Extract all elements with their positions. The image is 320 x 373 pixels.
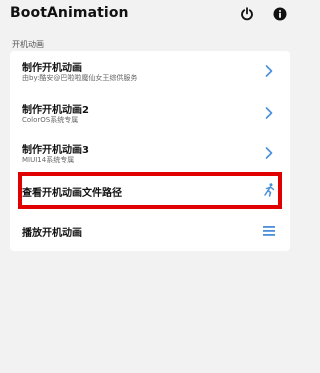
power-icon[interactable] [239,6,255,22]
settings-card: 制作开机动画 由by:酷安@巴啦啦魔仙女王综供服务 制作开机动画2 ColorO… [10,51,290,251]
list-item-subtitle: ColorOS系统专属 [22,116,79,124]
list-item-title: 制作开机动画2 [22,105,89,116]
list-item-play-animation[interactable]: 播放开机动画 [10,211,290,251]
list-item-make-animation[interactable]: 制作开机动画 由by:酷安@巴啦啦魔仙女王综供服务 [10,51,290,91]
section-title: 开机动画 [12,40,44,49]
list-item-title: 制作开机动画3 [22,145,89,156]
chevron-right-icon [262,146,276,160]
chevron-right-icon [262,64,276,78]
app-title: BootAnimation [10,5,129,21]
chevron-right-icon [262,106,276,120]
top-app-bar: BootAnimation [0,0,300,28]
list-item-make-animation-2[interactable]: 制作开机动画2 ColorOS系统专属 [10,93,290,133]
list-item-title: 制作开机动画 [22,63,82,74]
list-item-title: 播放开机动画 [22,228,82,239]
list-item-make-animation-3[interactable]: 制作开机动画3 MIUI14系统专属 [10,133,290,173]
highlight-box [18,172,282,209]
list-item-subtitle: 由by:酷安@巴啦啦魔仙女王综供服务 [22,74,138,82]
menu-icon [262,224,276,238]
info-icon[interactable] [272,6,288,22]
list-item-subtitle: MIUI14系统专属 [22,156,75,164]
